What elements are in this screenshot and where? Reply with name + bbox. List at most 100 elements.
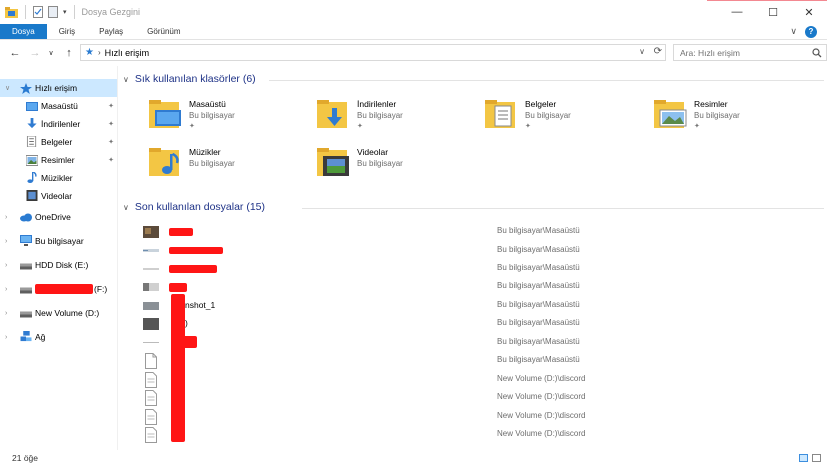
breadcrumb-location[interactable]: Hızlı erişim xyxy=(105,48,150,58)
recent-file-row[interactable]: Bu bilgisayar\Masaüstü xyxy=(143,260,703,278)
document-file-icon xyxy=(145,427,157,443)
section-divider xyxy=(269,80,824,81)
sidebar-item-videos[interactable]: Videolar xyxy=(0,187,118,205)
expand-ribbon-button[interactable]: ∨ xyxy=(790,26,797,37)
pictures-folder-icon xyxy=(654,100,687,128)
tab-home[interactable]: Giriş xyxy=(47,24,87,39)
tab-view[interactable]: Görünüm xyxy=(135,24,192,39)
expand-chevron-icon[interactable]: › xyxy=(5,214,7,221)
window-controls: — ☐ ✕ xyxy=(719,0,827,24)
breadcrumb-separator[interactable]: › xyxy=(98,48,101,57)
pin-icon[interactable]: ✦ xyxy=(108,156,114,164)
frequent-folders-header[interactable]: ∨ Sık kullanılan klasörler (6) xyxy=(123,73,256,85)
sidebar-item-downloads[interactable]: İndirilenler ✦ xyxy=(0,115,118,133)
help-button[interactable]: ? xyxy=(805,25,817,38)
address-bar[interactable]: ★ › Hızlı erişim ∨ ⟳ xyxy=(80,44,666,61)
expand-chevron-icon[interactable]: › xyxy=(5,262,7,269)
maximize-button[interactable]: ☐ xyxy=(755,0,791,24)
refresh-button[interactable]: ⟳ xyxy=(654,46,662,57)
redaction-mark xyxy=(169,283,187,292)
sidebar-item-label: OneDrive xyxy=(35,212,71,222)
toolbar-separator xyxy=(25,5,26,19)
file-path: Bu bilgisayar\Masaüstü xyxy=(497,355,580,364)
document-file-icon xyxy=(145,372,157,388)
folder-tile-desktop[interactable]: Masaüstü Bu bilgisayar ✦ xyxy=(149,98,309,140)
up-button[interactable]: ↑ xyxy=(60,47,78,59)
expand-chevron-icon[interactable]: ∨ xyxy=(5,84,10,92)
tab-share[interactable]: Paylaş xyxy=(87,24,135,39)
sidebar-item-drive-f[interactable]: › (F:) xyxy=(0,280,118,298)
folder-name: Videolar xyxy=(357,147,389,157)
redaction-mark xyxy=(181,336,197,348)
pin-icon[interactable]: ✦ xyxy=(694,122,700,130)
folder-tile-music[interactable]: Müzikler Bu bilgisayar xyxy=(149,146,309,188)
network-icon xyxy=(20,331,32,342)
recent-file-row[interactable]: Bu bilgisayar\Masaüstü xyxy=(143,352,703,370)
search-input[interactable]: Ara: Hızlı erişim xyxy=(673,44,827,61)
customize-toolbar-icon[interactable]: ▾ xyxy=(63,8,67,16)
pin-icon[interactable]: ✦ xyxy=(108,138,114,146)
pin-icon[interactable]: ✦ xyxy=(525,122,531,130)
recent-file-row[interactable]: ) Bu bilgisayar\Masaüstü xyxy=(143,315,703,333)
sidebar-item-network[interactable]: › Ağ xyxy=(0,328,118,346)
close-button[interactable]: ✕ xyxy=(791,0,827,24)
folder-location: Bu bilgisayar xyxy=(694,111,740,120)
folder-tile-downloads[interactable]: İndirilenler Bu bilgisayar ✦ xyxy=(317,98,477,140)
folder-location: Bu bilgisayar xyxy=(357,159,403,168)
file-path: Bu bilgisayar\Masaüstü xyxy=(497,281,580,290)
collapse-chevron-icon[interactable]: ∨ xyxy=(123,203,129,212)
expand-chevron-icon[interactable]: › xyxy=(5,286,7,293)
expand-chevron-icon[interactable]: › xyxy=(5,310,7,317)
sidebar-item-music[interactable]: Müzikler xyxy=(0,169,118,187)
sidebar-item-pictures[interactable]: Resimler ✦ xyxy=(0,151,118,169)
folder-tile-pictures[interactable]: Resimler Bu bilgisayar ✦ xyxy=(654,98,814,140)
documents-folder-icon xyxy=(485,100,515,128)
expand-chevron-icon[interactable]: › xyxy=(5,334,7,341)
recent-file-row[interactable]: New Volume (D:)\discord xyxy=(143,426,703,444)
recent-file-row[interactable]: Bu bilgisayar\Masaüstü xyxy=(143,278,703,296)
sidebar-item-onedrive[interactable]: › OneDrive xyxy=(0,208,118,226)
sidebar-item-label: Videolar xyxy=(41,191,73,201)
properties-icon[interactable] xyxy=(33,6,43,18)
sidebar-item-new-volume-d[interactable]: › New Volume (D:) xyxy=(0,304,118,322)
search-icon[interactable] xyxy=(812,48,822,58)
title-bar: ▾ Dosya Gezgini — ☐ ✕ xyxy=(0,0,827,24)
file-name: ) xyxy=(185,318,188,328)
recent-file-row[interactable]: Bu bilgisayar\Masaüstü xyxy=(143,242,703,260)
recent-locations-button[interactable]: ∨ xyxy=(42,49,60,57)
music-icon xyxy=(27,172,37,183)
back-button[interactable]: ← xyxy=(6,47,24,59)
redaction-mark xyxy=(169,228,193,236)
sidebar-item-quick-access[interactable]: ∨ Hızlı erişim xyxy=(0,79,118,97)
pin-icon[interactable]: ✦ xyxy=(357,122,363,130)
minimize-button[interactable]: — xyxy=(719,0,755,24)
desktop-folder-icon xyxy=(149,100,181,128)
sidebar-item-label: Müzikler xyxy=(41,173,73,183)
folder-tile-documents[interactable]: Belgeler Bu bilgisayar ✦ xyxy=(485,98,645,140)
sidebar-item-hdd-e[interactable]: › HDD Disk (E:) xyxy=(0,256,118,274)
expand-chevron-icon[interactable]: › xyxy=(5,238,7,245)
sidebar-item-documents[interactable]: Belgeler ✦ xyxy=(0,133,118,151)
large-icons-view-button[interactable] xyxy=(812,454,821,462)
address-dropdown-button[interactable]: ∨ xyxy=(639,47,645,56)
recent-file-row[interactable]: nshot_1 Bu bilgisayar\Masaüstü xyxy=(143,297,703,315)
download-icon xyxy=(27,118,37,129)
sidebar-item-this-pc[interactable]: › Bu bilgisayar xyxy=(0,232,118,250)
pin-icon[interactable]: ✦ xyxy=(108,120,114,128)
recent-file-row[interactable]: New Volume (D:)\discord xyxy=(143,389,703,407)
folder-tile-videos[interactable]: Videolar Bu bilgisayar xyxy=(317,146,477,188)
folder-app-icon[interactable] xyxy=(5,6,18,18)
tab-file[interactable]: Dosya xyxy=(0,24,47,39)
pane-divider[interactable] xyxy=(117,66,118,450)
recent-file-row[interactable]: Bu bilgisayar\Masaüstü xyxy=(143,223,703,241)
pin-icon[interactable]: ✦ xyxy=(189,122,195,130)
pin-icon[interactable]: ✦ xyxy=(108,102,114,110)
new-folder-icon[interactable] xyxy=(48,6,58,18)
recent-file-row[interactable]: Bu bilgisayar\Masaüstü xyxy=(143,334,703,352)
recent-file-row[interactable]: New Volume (D:)\discord xyxy=(143,371,703,389)
recent-files-header[interactable]: ∨ Son kullanılan dosyalar (15) xyxy=(123,201,265,213)
recent-file-row[interactable]: New Volume (D:)\discord xyxy=(143,408,703,426)
collapse-chevron-icon[interactable]: ∨ xyxy=(123,75,129,84)
sidebar-item-desktop[interactable]: Masaüstü ✦ xyxy=(0,97,118,115)
details-view-button[interactable] xyxy=(799,454,808,462)
